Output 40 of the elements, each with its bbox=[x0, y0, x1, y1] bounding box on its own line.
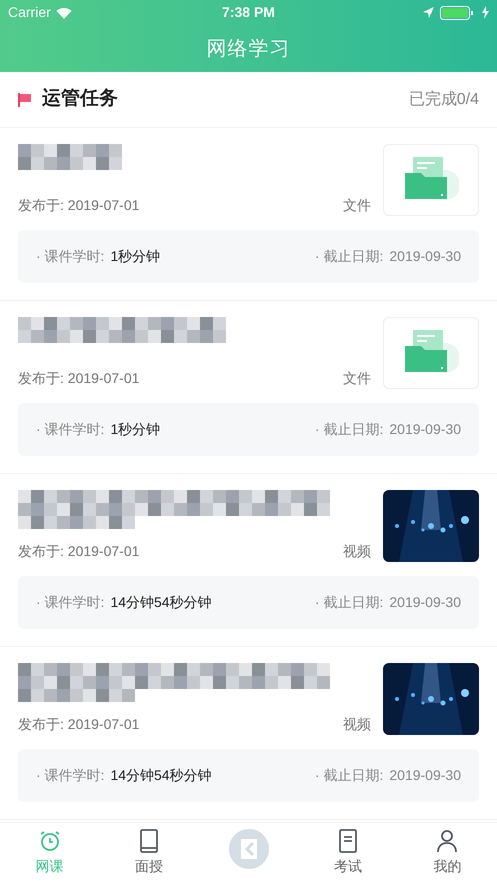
deadline-label: · 截止日期: bbox=[314, 766, 384, 785]
publish-date: 发布于: 2019-07-01 bbox=[18, 715, 140, 734]
hours-value: 14分钟54秒分钟 bbox=[110, 766, 212, 785]
document-icon bbox=[338, 829, 358, 853]
deadline-value: 2019-09-30 bbox=[389, 766, 461, 785]
hours-label: · 课件学时: bbox=[36, 766, 104, 785]
tab-item[interactable]: 面授 bbox=[99, 823, 199, 883]
charging-bolt-icon bbox=[482, 6, 490, 19]
status-time: 7:38 PM bbox=[222, 3, 275, 22]
location-arrow-icon bbox=[423, 7, 434, 18]
hours-value: 14分钟54秒分钟 bbox=[110, 593, 212, 612]
content-type: 视频 bbox=[343, 715, 371, 734]
deadline-label: · 截止日期: bbox=[314, 593, 384, 612]
hours-label: · 课件学时: bbox=[36, 593, 104, 612]
hours-label: · 课件学时: bbox=[36, 247, 104, 266]
person-icon bbox=[436, 829, 458, 853]
hours-value: 1秒分钟 bbox=[110, 247, 160, 266]
page-title: 网络学习 bbox=[206, 36, 290, 62]
alarm-clock-icon bbox=[38, 829, 62, 853]
deadline-label: · 截止日期: bbox=[314, 247, 384, 266]
completion-count: 已完成0/4 bbox=[408, 90, 479, 110]
publish-date: 发布于: 2019-07-01 bbox=[18, 196, 140, 215]
deadline-value: 2019-09-30 bbox=[389, 593, 461, 612]
publish-date: 发布于: 2019-07-01 bbox=[18, 542, 140, 561]
hours-label: · 课件学时: bbox=[36, 420, 104, 439]
deadline-value: 2019-09-30 bbox=[389, 247, 461, 266]
carrier-label: Carrier bbox=[8, 3, 51, 22]
tablet-icon bbox=[139, 829, 160, 853]
content-type: 文件 bbox=[343, 196, 371, 215]
tab-item[interactable]: 我的 bbox=[398, 823, 497, 883]
flag-icon bbox=[18, 92, 32, 106]
deadline-value: 2019-09-30 bbox=[389, 420, 461, 439]
tab-item[interactable]: 考试 bbox=[298, 823, 398, 883]
hours-value: 1秒分钟 bbox=[110, 420, 160, 439]
wifi-icon bbox=[56, 6, 72, 18]
deadline-label: · 截止日期: bbox=[314, 420, 384, 439]
content-type: 视频 bbox=[343, 542, 371, 561]
content-type: 文件 bbox=[343, 369, 371, 388]
publish-date: 发布于: 2019-07-01 bbox=[18, 369, 140, 388]
section-title: 运管任务 bbox=[42, 87, 119, 112]
